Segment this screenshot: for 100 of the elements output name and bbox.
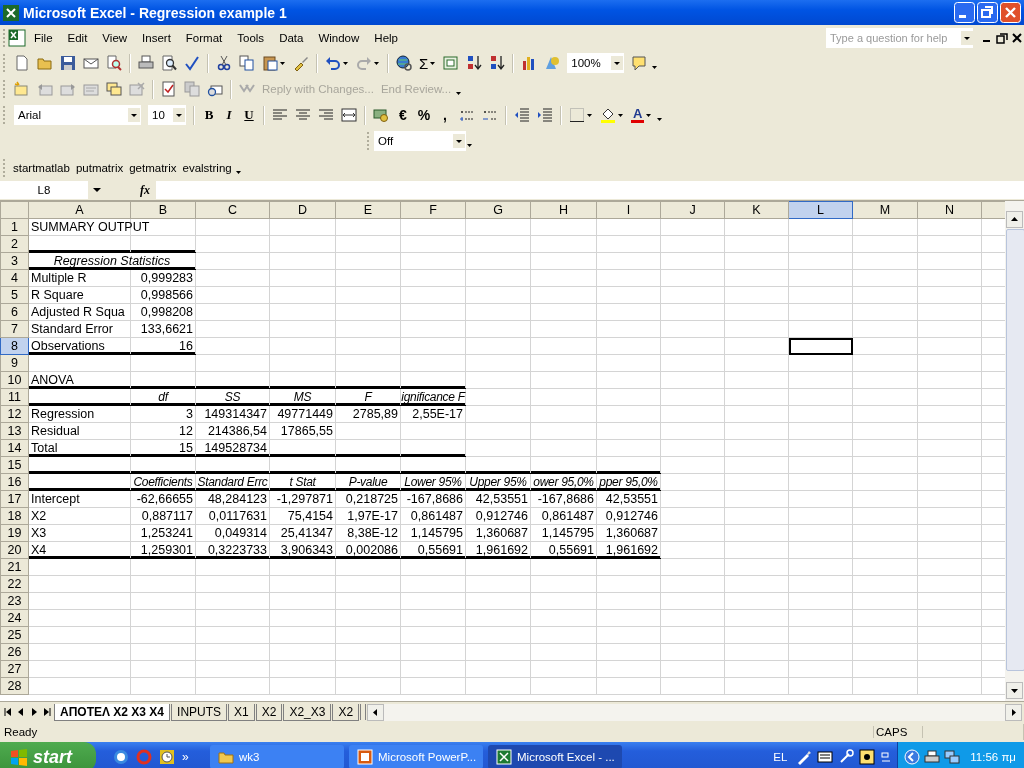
autosum-button[interactable]: Σ <box>419 54 429 72</box>
horizontal-scrollbar[interactable] <box>367 703 1022 721</box>
view-dropdown[interactable]: Off <box>374 131 466 151</box>
keyboard-icon[interactable] <box>817 749 834 765</box>
clipboard-icon[interactable] <box>262 55 278 71</box>
menu-item[interactable]: Edit <box>60 29 95 46</box>
underline-button[interactable]: U <box>242 107 256 123</box>
new-document-icon[interactable] <box>14 55 30 71</box>
column-header[interactable]: C <box>195 201 270 219</box>
font-color-button[interactable]: A <box>631 107 645 123</box>
scroll-down-icon[interactable] <box>1006 682 1023 699</box>
toolbar-button[interactable]: evalstring <box>182 162 232 174</box>
formula-field[interactable] <box>156 181 1024 199</box>
column-header[interactable]: A <box>28 201 131 219</box>
sort-descending-icon[interactable] <box>489 55 506 71</box>
percent-button[interactable]: % <box>417 107 431 123</box>
sheet-tab[interactable]: X1 <box>228 703 255 721</box>
minimize-button[interactable] <box>954 2 975 23</box>
comma-button[interactable]: , <box>438 107 452 123</box>
magnifier-document-icon[interactable] <box>106 55 122 71</box>
tab-split-handle[interactable] <box>360 704 367 720</box>
scissors-icon[interactable] <box>216 55 232 71</box>
taskbar-button[interactable]: Microsoft PowerP... <box>349 745 483 768</box>
menu-item[interactable]: Format <box>178 29 230 46</box>
menu-item[interactable]: Tools <box>230 29 272 46</box>
decrease-indent-icon[interactable] <box>514 107 530 123</box>
printer-icon[interactable] <box>138 55 154 71</box>
restore-button[interactable] <box>977 2 998 23</box>
toolbar-grip[interactable] <box>367 132 371 150</box>
sheet-tab[interactable]: ΑΠΟΤΕΛ X2 X3 X4 <box>54 703 171 721</box>
clock-icon[interactable] <box>159 749 175 765</box>
column-header[interactable]: F <box>400 201 466 219</box>
column-header[interactable]: G <box>465 201 531 219</box>
globe-icon[interactable] <box>396 55 412 71</box>
merge-center-icon[interactable] <box>341 107 357 123</box>
show-all-comments-icon[interactable] <box>106 81 122 97</box>
menu-item[interactable]: Data <box>272 29 311 46</box>
fill-color-icon[interactable] <box>600 107 616 123</box>
paintbrush-icon[interactable] <box>293 55 309 71</box>
column-header[interactable]: N <box>917 201 982 219</box>
column-header[interactable]: I <box>596 201 661 219</box>
name-box[interactable]: L8 <box>0 181 88 199</box>
column-header[interactable]: H <box>530 201 597 219</box>
sheet-tab[interactable]: X2 <box>255 703 283 721</box>
column-header[interactable]: L <box>788 201 853 219</box>
pen-icon[interactable] <box>796 749 813 765</box>
vertical-scrollbar[interactable] <box>1005 201 1024 701</box>
printer-icon[interactable] <box>924 749 941 765</box>
bold-button[interactable]: B <box>202 107 216 123</box>
network-icon[interactable] <box>944 749 961 765</box>
align-right-icon[interactable] <box>318 107 334 123</box>
menu-item[interactable]: File <box>27 29 60 46</box>
italic-button[interactable]: I <box>223 107 235 123</box>
menu-item[interactable]: View <box>95 29 135 46</box>
font-size-dropdown[interactable]: 10 <box>148 105 186 125</box>
scroll-thumb[interactable] <box>1006 229 1024 671</box>
align-left-icon[interactable] <box>272 107 288 123</box>
open-folder-icon[interactable] <box>37 55 53 71</box>
insert-function-button[interactable]: fx <box>140 182 156 198</box>
close-icon[interactable] <box>1010 30 1024 45</box>
column-header[interactable]: E <box>335 201 401 219</box>
zoom-dropdown[interactable]: 100% <box>567 53 625 73</box>
toolbar-grip[interactable] <box>3 159 7 177</box>
help-search-field[interactable]: Type a question for help <box>826 27 973 48</box>
column-header[interactable]: M <box>852 201 918 219</box>
workbook-icon[interactable] <box>8 28 26 47</box>
taskbar-button[interactable]: wk3 <box>210 745 344 768</box>
scroll-left-icon[interactable] <box>367 703 385 721</box>
align-center-icon[interactable] <box>295 107 311 123</box>
checkmark-icon[interactable] <box>184 55 200 71</box>
copy-icon[interactable] <box>239 55 255 71</box>
euro-button[interactable]: € <box>396 107 410 123</box>
toolbar-button[interactable]: startmatlab <box>13 162 70 174</box>
sort-ascending-icon[interactable] <box>466 55 483 71</box>
column-header[interactable]: J <box>660 201 725 219</box>
borders-icon[interactable] <box>569 107 585 123</box>
envelope-icon[interactable] <box>83 55 99 71</box>
track-changes-icon[interactable] <box>161 81 177 97</box>
menu-item[interactable]: Help <box>367 29 405 46</box>
toolbar-grip[interactable] <box>3 54 7 72</box>
font-dropdown[interactable]: Arial <box>14 105 141 125</box>
currency-icon[interactable] <box>373 107 389 123</box>
toolbar-grip[interactable] <box>3 80 7 98</box>
menu-item[interactable]: Insert <box>135 29 178 46</box>
sheet-tab[interactable]: X2_X3 <box>283 703 332 721</box>
toolbar-button[interactable]: putmatrix <box>75 162 124 174</box>
close-button[interactable] <box>1000 2 1021 23</box>
sheet-tab[interactable]: INPUTS <box>171 703 228 721</box>
increase-indent-icon[interactable] <box>537 107 553 123</box>
column-header[interactable]: B <box>130 201 196 219</box>
scroll-right-icon[interactable] <box>1005 703 1022 721</box>
column-header[interactable]: D <box>269 201 336 219</box>
menu-item[interactable]: Window <box>311 29 367 46</box>
taskbar-button[interactable]: Microsoft Excel - ... <box>488 745 622 768</box>
print-preview-icon[interactable] <box>161 55 177 71</box>
toolbar-grip[interactable] <box>3 106 7 124</box>
language-indicator[interactable]: EL <box>773 751 788 763</box>
sheet-tab[interactable]: X2 <box>332 703 360 721</box>
browser-icon[interactable] <box>113 749 129 765</box>
toolbar-button[interactable]: getmatrix <box>129 162 177 174</box>
